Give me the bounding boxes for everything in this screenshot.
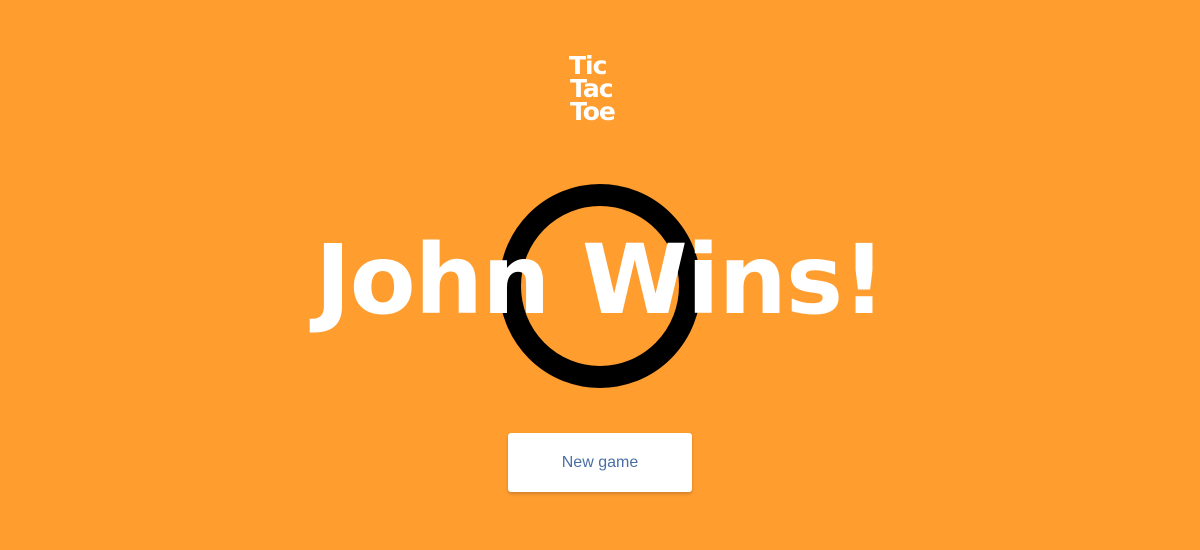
game-over-screen: Tic Tac Toe John Wins! New game [0, 0, 1200, 550]
logo-line-toe: Toe [570, 97, 616, 126]
tic-tac-toe-logo: Tic Tac Toe [569, 53, 631, 126]
winner-message: John Wins! [315, 224, 886, 336]
new-game-button[interactable]: New game [508, 433, 692, 492]
